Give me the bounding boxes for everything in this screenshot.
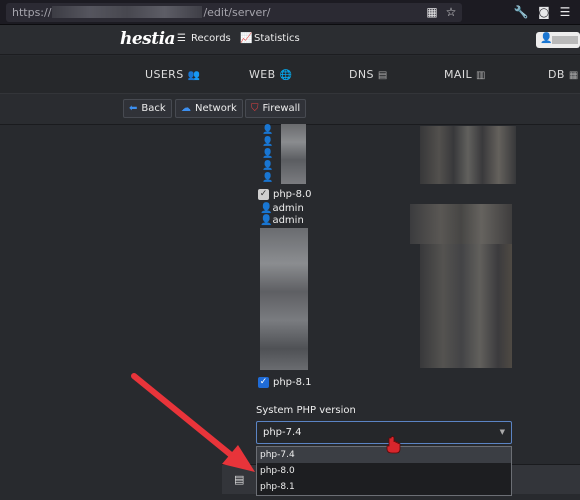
back-button[interactable]: ⬅ Back bbox=[123, 99, 172, 118]
network-button-label: Network bbox=[195, 103, 237, 114]
chart-line-icon: 📈 bbox=[240, 33, 253, 44]
redacted-block bbox=[281, 124, 306, 184]
mail-server-icon: ▥ bbox=[476, 70, 486, 81]
user-icon: 👤 bbox=[262, 125, 274, 135]
redacted-block bbox=[420, 244, 512, 368]
php81-label: php-8.1 bbox=[273, 377, 312, 388]
qr-code-icon[interactable]: ▦ bbox=[424, 4, 440, 20]
tab-dns-label: DNS bbox=[349, 68, 374, 81]
globe-icon: 🌐 bbox=[279, 70, 293, 81]
php80-label: php-8.0 bbox=[273, 189, 312, 200]
nav-statistics[interactable]: 📈 Statistics bbox=[240, 33, 300, 44]
user-icon: 👤 bbox=[260, 203, 273, 214]
section-tabs: USERS 👥 WEB 🌐 DNS ▤ MAIL ▥ DB ▦ bbox=[0, 56, 580, 94]
firewall-button[interactable]: ⛉ Firewall bbox=[245, 99, 307, 118]
page-toolbar: ⬅ Back ☁ Network ⛉ Firewall bbox=[0, 94, 580, 125]
php-option[interactable]: php-7.4 bbox=[257, 447, 511, 463]
redacted-block bbox=[260, 228, 308, 370]
logo[interactable]: hestia bbox=[120, 29, 176, 49]
tab-users[interactable]: USERS 👥 bbox=[145, 68, 200, 81]
tab-dns[interactable]: DNS ▤ bbox=[349, 68, 388, 81]
pocket-icon[interactable]: ◙ bbox=[536, 4, 552, 20]
network-button[interactable]: ☁ Network bbox=[175, 99, 243, 118]
chevron-down-icon: ▼ bbox=[499, 428, 505, 436]
user-menu[interactable]: 👤 bbox=[536, 32, 580, 48]
php-option[interactable]: php-8.1 bbox=[257, 479, 511, 495]
user-icon: 👤 bbox=[540, 33, 553, 44]
url-prefix: https:// bbox=[12, 6, 52, 19]
user-row: 👤admin bbox=[260, 215, 304, 226]
url-redacted bbox=[52, 6, 203, 18]
users-icon: 👥 bbox=[187, 70, 201, 81]
redacted-block bbox=[410, 204, 512, 244]
redacted-block bbox=[420, 126, 516, 184]
annotation-arrow bbox=[131, 373, 239, 462]
browser-toolbar: https:// /edit/server/ ▦ ☆ 🔧 ◙ ☰ bbox=[0, 0, 580, 25]
user-name: admin bbox=[272, 203, 304, 214]
username-redacted bbox=[552, 36, 578, 44]
database-icon: ▦ bbox=[568, 70, 579, 81]
tab-db[interactable]: DB ▦ bbox=[548, 68, 579, 81]
top-nav: hestia ☰ Records 📈 Statistics 👤 bbox=[0, 25, 580, 55]
php81-checkbox[interactable]: ✓ bbox=[258, 377, 269, 388]
nav-statistics-label: Statistics bbox=[254, 33, 300, 44]
tab-db-label: DB bbox=[548, 68, 565, 81]
php80-checkbox[interactable]: ✓ bbox=[258, 189, 269, 200]
book-icon: ▤ bbox=[234, 473, 245, 486]
tab-web[interactable]: WEB 🌐 bbox=[249, 68, 292, 81]
tab-mail-label: MAIL bbox=[444, 68, 472, 81]
back-button-label: Back bbox=[141, 103, 166, 114]
php-option[interactable]: php-8.0 bbox=[257, 463, 511, 479]
address-bar[interactable]: https:// /edit/server/ bbox=[6, 3, 462, 22]
cloud-icon: ☁ bbox=[181, 103, 191, 114]
star-icon[interactable]: ☆ bbox=[443, 4, 459, 20]
user-icon: 👤 bbox=[262, 173, 274, 183]
tab-users-label: USERS bbox=[145, 68, 184, 81]
user-row: 👤admin bbox=[260, 203, 304, 214]
arrow-left-icon: ⬅ bbox=[129, 103, 138, 114]
system-php-label: System PHP version bbox=[256, 405, 356, 416]
nav-records[interactable]: ☰ Records bbox=[177, 33, 231, 44]
system-php-select[interactable]: php-7.4 ▼ bbox=[256, 421, 512, 444]
list-icon: ☰ bbox=[177, 33, 186, 44]
firewall-button-label: Firewall bbox=[262, 103, 301, 114]
nav-records-label: Records bbox=[191, 33, 231, 44]
shield-icon: ⛉ bbox=[251, 103, 259, 114]
system-php-selected: php-7.4 bbox=[263, 427, 302, 438]
tab-mail[interactable]: MAIL ▥ bbox=[444, 68, 486, 81]
wrench-icon[interactable]: 🔧 bbox=[513, 4, 529, 20]
url-suffix: /edit/server/ bbox=[203, 6, 271, 19]
book-icon: ▤ bbox=[377, 70, 388, 81]
menu-icon[interactable]: ☰ bbox=[557, 4, 573, 20]
user-name: admin bbox=[272, 215, 304, 226]
system-php-dropdown: php-7.4 php-8.0 php-8.1 bbox=[256, 446, 512, 496]
user-icon: 👤 bbox=[262, 149, 274, 159]
user-icon: 👤 bbox=[262, 137, 274, 147]
tab-web-label: WEB bbox=[249, 68, 276, 81]
user-icon: 👤 bbox=[262, 161, 274, 171]
user-icon: 👤 bbox=[260, 215, 273, 226]
